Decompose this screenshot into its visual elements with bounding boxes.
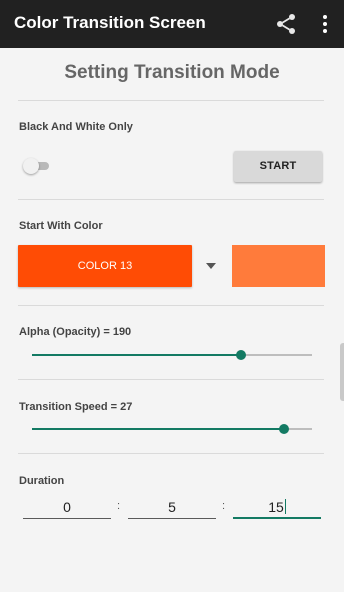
divider <box>18 305 324 306</box>
field-underline <box>233 517 321 519</box>
alpha-label: Alpha (Opacity) = 190 <box>19 326 132 338</box>
alpha-slider[interactable] <box>32 349 312 361</box>
duration-label: Duration <box>19 475 65 487</box>
duration-minutes-field[interactable]: 5 <box>128 497 216 519</box>
page-title: Setting Transition Mode <box>64 62 280 83</box>
color-preview-swatch <box>232 245 325 287</box>
duration-seconds-value: 15 <box>268 499 284 515</box>
divider <box>18 379 324 380</box>
color-select-button[interactable]: COLOR 13 <box>18 245 192 287</box>
start-color-label: Start With Color <box>19 220 103 232</box>
field-underline <box>128 518 216 519</box>
duration-hours-field[interactable]: 0 <box>23 497 111 519</box>
divider <box>18 453 324 454</box>
start-button[interactable]: START <box>234 151 322 182</box>
duration-seconds-field[interactable]: 15 <box>233 497 321 519</box>
color-transition-screen: Color Transition Screen Setting Transiti… <box>0 0 344 592</box>
slider-thumb[interactable] <box>279 424 289 434</box>
speed-slider[interactable] <box>32 423 312 435</box>
black-white-label: Black And White Only <box>19 121 133 133</box>
duration-separator: : <box>222 500 226 512</box>
duration-hours-value: 0 <box>63 499 71 515</box>
duration-minutes-value: 5 <box>168 499 176 515</box>
app-bar: Color Transition Screen <box>0 0 344 48</box>
field-underline <box>23 518 111 519</box>
slider-fill <box>32 354 241 356</box>
switch-thumb <box>23 158 39 174</box>
duration-separator: : <box>117 500 121 512</box>
dropdown-arrow-icon[interactable] <box>206 263 216 269</box>
speed-label: Transition Speed = 27 <box>19 401 133 413</box>
divider <box>18 199 324 200</box>
slider-thumb[interactable] <box>235 350 246 360</box>
share-icon[interactable] <box>274 12 298 36</box>
text-cursor <box>284 499 286 514</box>
divider <box>18 100 324 101</box>
more-vert-icon[interactable] <box>313 12 337 36</box>
slider-fill <box>32 428 284 430</box>
black-white-switch[interactable] <box>23 158 51 174</box>
app-title: Color Transition Screen <box>14 13 206 32</box>
edge-handle[interactable] <box>340 343 344 401</box>
